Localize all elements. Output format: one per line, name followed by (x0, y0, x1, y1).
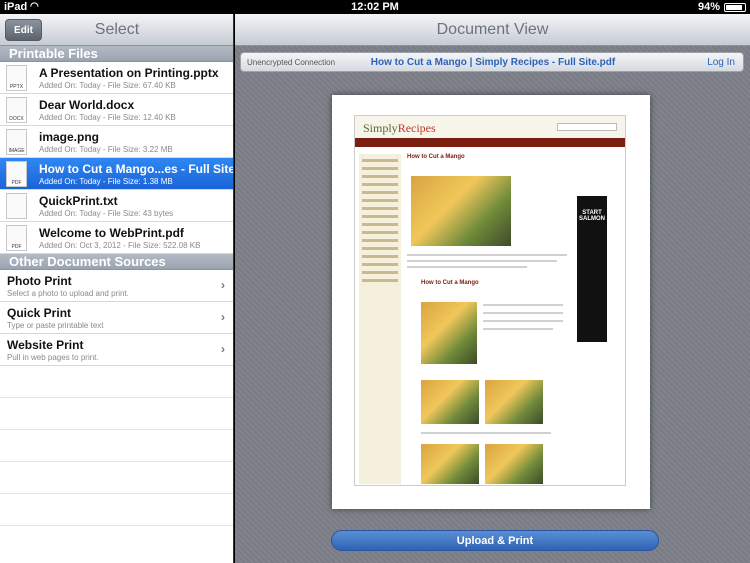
file-meta: Added On: Today - File Size: 43 bytes (39, 209, 174, 218)
preview-article: How to Cut a Mango How to Cut a Mango (407, 154, 569, 484)
status-bar: iPad ◠ 12:02 PM 94% (0, 0, 750, 14)
webpage-preview: SimplyRecipes Home About Recipe Index Subsc… (354, 115, 626, 486)
upload-print-button[interactable]: Upload & Print (331, 530, 659, 551)
empty-row (0, 462, 233, 494)
preview-ads: START SALMON (573, 154, 619, 484)
pdf-file-icon: PDF (6, 161, 27, 187)
text-file-icon (6, 193, 27, 219)
preview-logo: SimplyRecipes (363, 121, 436, 135)
empty-row (0, 430, 233, 462)
mango-photo (421, 380, 479, 424)
file-row[interactable]: IMAGE image.png Added On: Today - File S… (0, 126, 233, 158)
file-meta: Added On: Today - File Size: 67.40 KB (39, 81, 176, 90)
file-name: Dear World.docx (39, 98, 135, 112)
file-row[interactable]: PPTX A Presentation on Printing.pptx Add… (0, 62, 233, 94)
image-file-icon: IMAGE (6, 129, 27, 155)
empty-row (0, 494, 233, 526)
file-meta: Added On: Today - File Size: 3.22 MB (39, 145, 173, 154)
battery-percent: 94% (697, 1, 720, 13)
preview-sidebar (359, 154, 401, 484)
file-row[interactable]: PDF Welcome to WebPrint.pdf Added On: Oc… (0, 222, 233, 254)
preview-article-title: How to Cut a Mango (407, 154, 465, 160)
mango-photo (411, 176, 511, 246)
preview-header: SimplyRecipes (355, 116, 625, 138)
source-name: Website Print (7, 338, 84, 352)
document-preview[interactable]: SimplyRecipes Home About Recipe Index Subsc… (332, 95, 650, 509)
document-title: How to Cut a Mango | Simply Recipes - Fu… (370, 57, 616, 68)
preview-ad: START SALMON (577, 196, 607, 342)
pptx-file-icon: PPTX (6, 65, 27, 91)
file-name: QuickPrint.txt (39, 194, 118, 208)
source-photo-print[interactable]: Photo Print Select a photo to upload and… (0, 270, 233, 302)
left-navbar: Edit Select (0, 14, 233, 46)
file-list-panel: Edit Select Printable Files PPTX A Prese… (0, 14, 234, 563)
mango-photo (421, 444, 479, 484)
chevron-right-icon: › (221, 278, 225, 292)
other-sources-header: Other Document Sources (0, 254, 233, 270)
file-name: Welcome to WebPrint.pdf (39, 226, 184, 240)
clock: 12:02 PM (351, 1, 399, 13)
source-description: Select a photo to upload and print. (7, 289, 129, 298)
left-panel-title: Select (94, 21, 140, 38)
docx-file-icon: DOCX (6, 97, 27, 123)
mango-photo (421, 302, 477, 364)
file-meta: Added On: Today - File Size: 1.38 MB (39, 177, 173, 186)
preview-section-title: How to Cut a Mango (421, 280, 479, 286)
battery-icon (724, 3, 746, 12)
file-row[interactable]: QuickPrint.txt Added On: Today - File Si… (0, 190, 233, 222)
preview-nav: Home About Recipe Index Subscribe Recipe Box (355, 138, 625, 153)
file-row[interactable]: DOCX Dear World.docx Added On: Today - F… (0, 94, 233, 126)
document-info-bar: Unencrypted Connection How to Cut a Mang… (240, 52, 744, 72)
empty-row (0, 366, 233, 398)
file-meta: Added On: Oct 3, 2012 - File Size: 522.0… (39, 241, 201, 250)
chevron-right-icon: › (221, 310, 225, 324)
mango-photo (485, 380, 543, 424)
file-name: How to Cut a Mango...es - Full Site.pdf (39, 162, 234, 176)
mango-photo (485, 444, 543, 484)
document-view-panel: Document View Unencrypted Connection How… (235, 14, 750, 563)
right-panel-title: Document View (235, 14, 750, 46)
source-quick-print[interactable]: Quick Print Type or paste printable text… (0, 302, 233, 334)
file-row-selected[interactable]: PDF How to Cut a Mango...es - Full Site.… (0, 158, 233, 190)
source-description: Type or paste printable text (7, 321, 104, 330)
file-name: A Presentation on Printing.pptx (39, 66, 219, 80)
chevron-right-icon: › (221, 342, 225, 356)
source-website-print[interactable]: Website Print Pull in web pages to print… (0, 334, 233, 366)
login-link[interactable]: Log In (707, 57, 735, 68)
preview-search-box (557, 123, 617, 131)
empty-row (0, 398, 233, 430)
file-meta: Added On: Today - File Size: 12.40 KB (39, 113, 176, 122)
source-name: Quick Print (7, 306, 72, 320)
source-name: Photo Print (7, 274, 72, 288)
file-name: image.png (39, 130, 100, 144)
pdf-file-icon: PDF (6, 225, 27, 251)
printable-files-header: Printable Files (0, 46, 233, 62)
source-description: Pull in web pages to print. (7, 353, 99, 362)
